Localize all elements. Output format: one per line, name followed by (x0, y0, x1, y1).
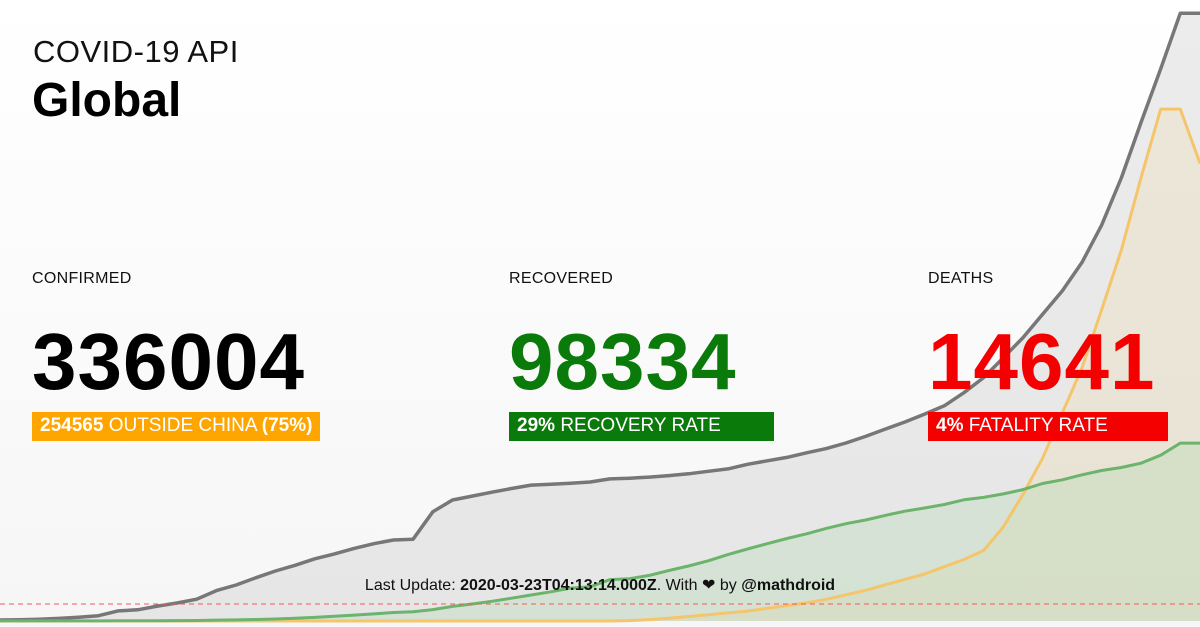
recovered-stat: RECOVERED 98334 29% RECOVERY RATE (509, 270, 774, 441)
heart-icon: ❤ (702, 577, 716, 594)
app-title: COVID-19 API (33, 34, 239, 69)
confirmed-value: 336004 (32, 317, 305, 406)
by-text: by (719, 577, 737, 594)
last-update-label: Last Update: (364, 577, 456, 594)
region-title: Global (32, 74, 182, 127)
outside-china-percent: (75%) (261, 415, 313, 436)
recovered-value: 98334 (509, 317, 737, 406)
deaths-value: 14641 (928, 317, 1156, 406)
confirmed-label: CONFIRMED (32, 270, 132, 287)
fatality-rate-text: FATALITY RATE (968, 415, 1108, 436)
last-update-timestamp: 2020-03-23T04:13:14.000Z (460, 577, 657, 594)
author-link[interactable]: @mathdroid (741, 577, 835, 594)
recovery-rate-value: 29% (517, 415, 556, 436)
fatality-rate-badge: 4% FATALITY RATE (928, 412, 1168, 441)
recovered-label: RECOVERED (509, 270, 614, 287)
outside-china-badge: 254565 OUTSIDE CHINA (75%) (32, 412, 321, 441)
recovery-rate-text: RECOVERY RATE (560, 415, 721, 436)
deaths-label: DEATHS (928, 270, 994, 287)
outside-china-count: 254565 (40, 415, 104, 436)
with-text: . With (656, 577, 698, 594)
fatality-rate-value: 4% (936, 415, 964, 436)
confirmed-stat: CONFIRMED 336004 254565 OUTSIDE CHINA (7… (32, 270, 321, 441)
outside-china-text: OUTSIDE CHINA (108, 415, 257, 436)
recovery-rate-badge: 29% RECOVERY RATE (509, 412, 774, 441)
deaths-stat: DEATHS 14641 4% FATALITY RATE (928, 270, 1168, 441)
footer-last-update: Last Update: 2020-03-23T04:13:14.000Z. W… (0, 575, 1200, 595)
